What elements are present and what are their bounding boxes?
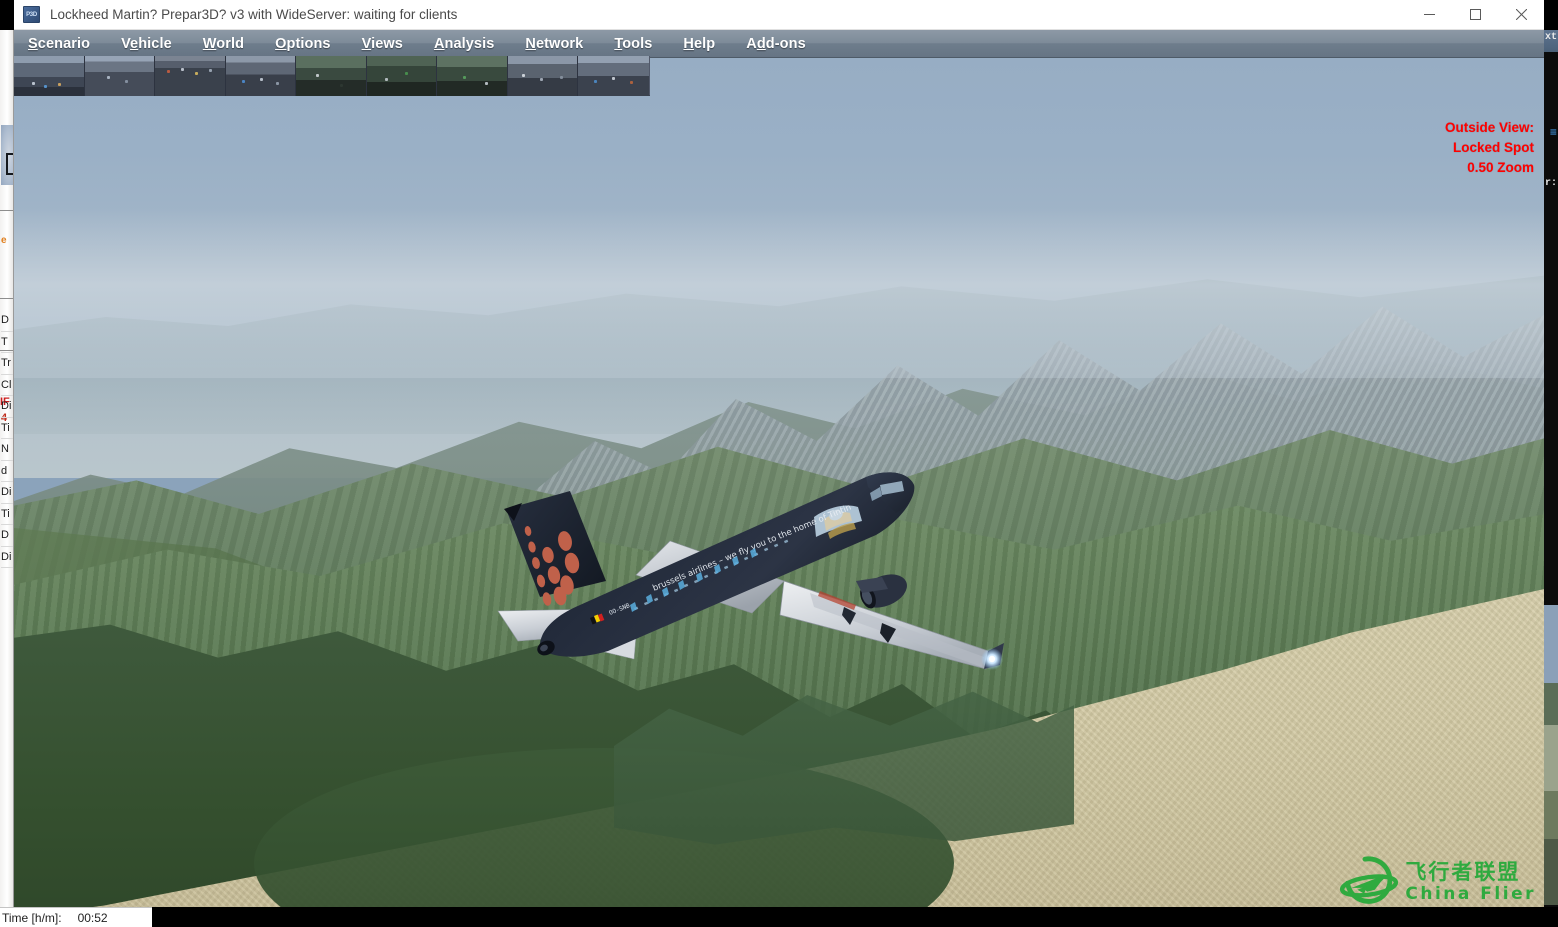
watermark-english: China Flier [1405,883,1536,904]
background-left-glyph-box [6,153,13,175]
background-left-divider [0,298,13,299]
prepar3d-window: Lockheed Martin? Prepar3D? v3 with WideS… [14,0,1544,927]
thumbnail-overhead-view-5[interactable] [296,56,367,96]
row-label: Ti [1,504,13,525]
thumbnail-overhead-view-6[interactable] [366,56,437,96]
aircraft-orbit-logo [1340,856,1399,904]
menu-bar[interactable]: Scenario Vehicle World Options Views Ana… [14,30,1544,58]
row-label: Di [1,396,13,418]
status-bar-value: 00:52 [77,910,108,925]
background-right-title-text: xt [1544,32,1557,43]
menu-item-world[interactable]: World [203,36,244,52]
menu-item-analysis[interactable]: Analysis [434,36,494,52]
simulation-viewport[interactable]: brussels airlines – we fly you to the ho… [14,58,1544,927]
menu-item-options[interactable]: Options [275,36,330,52]
menu-item-scenario[interactable]: Scenario [28,36,90,52]
background-status-bar: Time [h/m]: 00:52 [0,907,152,927]
row-label: D [1,525,13,547]
thumbnail-cockpit-panel-4[interactable] [225,56,296,96]
bottom-black-gap [152,907,1558,927]
row-label: Di [1,482,13,504]
background-window-left[interactable]: e IF 4 D T Tr Cl Di Ti N d Di Ti D Di [0,30,14,927]
close-icon[interactable] [1498,0,1544,30]
row-label: Di [1,547,13,568]
hud-view-type: Locked Spot [1452,140,1534,155]
hud-view-mode: Outside View: [1444,120,1534,135]
title-bar[interactable]: Lockheed Martin? Prepar3D? v3 with WideS… [14,0,1544,30]
background-left-divider [0,210,13,211]
view-thumbnail-strip[interactable] [14,56,650,96]
watermark-text: 飞行者联盟 China Flier [1405,862,1536,903]
row-label: d [1,461,13,482]
thumbnail-cockpit-panel-3[interactable] [155,56,226,96]
row-label: N [1,439,13,461]
window-controls [1406,0,1544,30]
thumbnail-overhead-view-7[interactable] [437,56,508,96]
window-title: Lockheed Martin? Prepar3D? v3 with WideS… [50,7,458,22]
watermark-china-flier: 飞行者联盟 China Flier [1338,851,1536,913]
menu-item-help[interactable]: Help [683,36,715,52]
atmospheric-haze [14,208,1544,378]
row-label: Cl [1,375,13,396]
hud-view-info: Outside View: Locked Spot 0.50 Zoom [1445,118,1534,178]
watermark-chinese: 飞行者联盟 [1405,860,1521,884]
aircraft-a320-brussels-airlines: brussels airlines – we fly you to the ho… [484,463,1024,703]
row-label: Tr [1,353,13,375]
background-left-row-labels: D T Tr Cl Di Ti N d Di Ti D Di [1,310,13,568]
background-left-marker: e [1,235,7,246]
menu-item-network[interactable]: Network [525,36,583,52]
menu-item-tools[interactable]: Tools [614,36,652,52]
thumbnail-cockpit-panel-8[interactable] [507,56,578,96]
row-label: Ti [1,418,13,439]
menu-item-vehicle[interactable]: Vehicle [121,36,172,52]
row-label: T [1,332,13,353]
background-right-line1: r: [1544,178,1557,189]
hud-zoom-level: 0.50 Zoom [1467,160,1534,175]
minimize-icon[interactable] [1406,0,1452,30]
row-label: D [1,310,13,332]
screen-root: e IF 4 D T Tr Cl Di Ti N d Di Ti D Di xt… [0,0,1558,927]
menu-item-addons[interactable]: Add-ons [746,36,806,52]
status-bar-label: Time [h/m]: [2,910,62,925]
menu-label-rest: cenario [37,35,91,52]
thumbnail-cockpit-view-1[interactable] [14,56,85,96]
p3d-app-icon [23,6,40,23]
menu-item-views[interactable]: Views [362,36,403,52]
thumbnail-cockpit-view-2[interactable] [84,56,155,96]
thumbnail-cockpit-view-9[interactable] [578,56,649,96]
background-left-glyph [1,125,13,185]
background-right-glyph: ≡ [1549,126,1557,140]
maximize-icon[interactable] [1452,0,1498,30]
